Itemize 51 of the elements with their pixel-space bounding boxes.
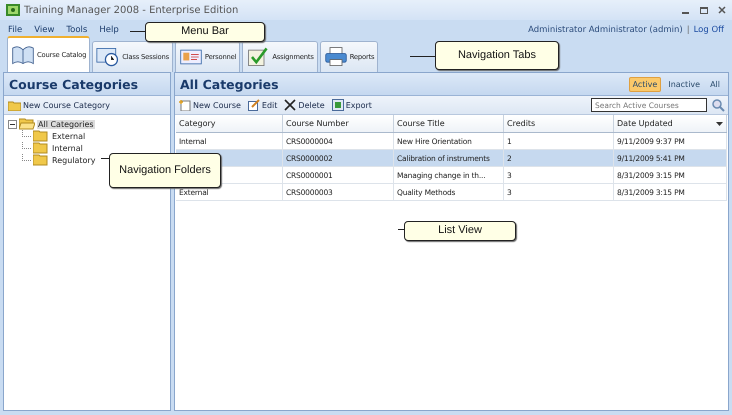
leader-line: [410, 56, 436, 57]
maximize-icon[interactable]: [700, 6, 708, 14]
panel-title: All Categories: [180, 76, 279, 92]
filter-tab[interactable]: All: [707, 78, 723, 90]
menu-item[interactable]: View: [34, 25, 54, 35]
column-header[interactable]: Category: [176, 115, 283, 132]
user-name: Administrator Administrator (admin): [528, 25, 683, 35]
filter-tab[interactable]: Active: [628, 76, 662, 92]
sort-icon: [716, 122, 723, 126]
callout-label: Menu Bar: [145, 22, 265, 42]
folder-icon: [33, 142, 49, 154]
toolbar-button[interactable]: Delete: [283, 99, 326, 111]
separator-text: |: [686, 25, 690, 35]
toolbar-button[interactable]: New Course: [178, 99, 242, 111]
tree-item[interactable]: External: [51, 132, 86, 140]
callout-label: Navigation Tabs: [435, 41, 559, 70]
folder-icon: [33, 130, 49, 142]
delete-icon: [284, 99, 296, 111]
filter-tab[interactable]: Inactive: [665, 78, 704, 90]
new-document-icon: [179, 99, 191, 111]
tree-item[interactable]: Regulatory: [51, 156, 96, 164]
clock-icon: [96, 46, 120, 68]
menu-item[interactable]: File: [8, 25, 22, 35]
edit-icon: [248, 99, 260, 111]
callout-label: List View: [404, 221, 516, 241]
column-header[interactable]: Course Title: [394, 115, 504, 132]
leader-line: [130, 31, 146, 32]
folder-icon: [8, 100, 21, 110]
export-icon: [332, 99, 344, 111]
folder-icon: [33, 154, 49, 166]
panel-title: Course Categories: [4, 73, 170, 96]
book-icon: [11, 44, 35, 66]
callout-label: Navigation Folders: [109, 153, 221, 188]
column-header[interactable]: Course Number: [283, 115, 394, 132]
column-header[interactable]: Date Updated: [614, 115, 727, 132]
app-icon: [6, 4, 20, 16]
column-header[interactable]: Credits: [504, 115, 614, 132]
close-icon[interactable]: [718, 6, 726, 14]
checklist-icon: [246, 46, 270, 68]
tree-item[interactable]: Internal: [51, 144, 84, 152]
menu-item[interactable]: Tools: [66, 25, 88, 35]
collapse-icon[interactable]: [8, 120, 17, 128]
window-title: Training Manager 2008 - Enterprise Edition: [24, 4, 238, 16]
toolbar-button[interactable]: Export: [330, 99, 373, 111]
logoff-link[interactable]: Log Off: [694, 25, 724, 35]
menu-item[interactable]: Help: [99, 25, 119, 35]
tree-item[interactable]: All Categories: [37, 120, 95, 128]
printer-icon: [324, 46, 348, 68]
search-icon[interactable]: [712, 98, 725, 112]
toolbar-button[interactable]: Edit: [246, 99, 278, 111]
folder-icon: [19, 118, 35, 130]
